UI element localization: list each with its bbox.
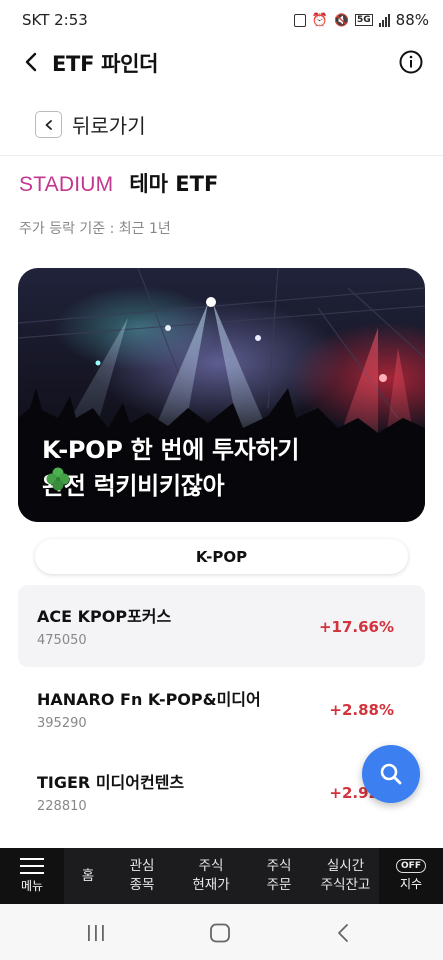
tab-home-label: 홈 [81, 867, 95, 884]
tab-menu[interactable]: 메뉴 [0, 848, 64, 904]
system-back-icon[interactable] [336, 923, 350, 943]
tab-menu-label: 메뉴 [20, 878, 44, 893]
theme-title: 테마 ETF [129, 172, 219, 196]
chevron-left-icon[interactable] [35, 111, 62, 138]
price-basis-note: 주가 등락 기준 : 최근 1년 [19, 221, 171, 237]
etf-code: 228810 [37, 799, 87, 814]
tab-watchlist[interactable]: 관심 종목 [112, 848, 172, 904]
etf-name: HANARO Fn K-POP&미디어 [37, 690, 261, 709]
back-arrow-icon[interactable] [20, 50, 44, 74]
etf-code: 395290 [37, 716, 87, 731]
tab-stock-order-line1: 주식 [266, 858, 292, 874]
recent-apps-icon[interactable] [86, 924, 106, 942]
tab-stock-order-line2: 주문 [266, 877, 292, 893]
page-title: ETF 파인더 [52, 52, 159, 76]
back-link[interactable]: 뒤로가기 [35, 110, 146, 139]
etf-change: +17.66% [318, 618, 394, 636]
etf-name: TIGER 미디어컨텐츠 [37, 773, 185, 792]
etf-code: 475050 [37, 633, 87, 648]
tab-realtime-balance[interactable]: 실시간 주식잔고 [312, 848, 379, 904]
tab-stock-price-line2: 현재가 [192, 877, 230, 893]
off-toggle-badge[interactable]: OFF [396, 858, 426, 873]
tab-stock-order[interactable]: 주식 주문 [250, 848, 308, 904]
tab-index[interactable]: OFF 지수 [379, 848, 443, 904]
theme-banner[interactable]: K-POP 한 번에 투자하기 완전 럭키비키잖아 [18, 268, 425, 522]
status-bar: SKT 2:53 ⏰ 🔇 5G 88% [0, 0, 443, 40]
banner-headline: K-POP 한 번에 투자하기 [42, 436, 300, 464]
system-nav-bar [0, 904, 443, 960]
alarm-icon: ⏰ [311, 12, 329, 28]
info-icon[interactable] [399, 50, 423, 74]
app-header: ETF 파인더 [0, 40, 443, 86]
category-chip-kpop[interactable]: K-POP [35, 539, 408, 574]
hamburger-icon [20, 857, 44, 874]
status-icons: ⏰ 🔇 5G 88% [293, 11, 429, 29]
tab-home[interactable]: 홈 [64, 848, 112, 904]
search-button[interactable] [362, 745, 420, 803]
tab-realtime-line2: 주식잔고 [320, 877, 371, 893]
tab-watchlist-line2: 종목 [129, 877, 155, 893]
banner-subline: 완전 럭키비키잖아 [42, 466, 225, 501]
etf-change: +2.88% [329, 701, 394, 719]
tab-realtime-line1: 실시간 [326, 858, 365, 874]
brand-label: STADIUM [19, 173, 114, 196]
etf-name: ACE KPOP포커스 [37, 607, 172, 626]
network-5g-icon: 5G [355, 14, 373, 26]
battery-level: 88% [395, 11, 429, 29]
clover-icon [46, 467, 70, 491]
status-time: SKT 2:53 [22, 11, 88, 29]
battery-saver-icon [293, 13, 306, 27]
tab-index-label: 지수 [399, 876, 423, 891]
bottom-tab-bar: 메뉴 홈 관심 종목 주식 현재가 주식 주문 실시간 주식잔고 OFF 지수 [0, 848, 443, 904]
etf-row[interactable]: HANARO Fn K-POP&미디어 395290 +2.88% [18, 668, 425, 750]
theme-heading: STADIUM 테마 ETF [19, 168, 218, 198]
back-link-label[interactable]: 뒤로가기 [72, 110, 146, 139]
tab-stock-price[interactable]: 주식 현재가 [176, 848, 246, 904]
mute-icon: 🔇 [334, 13, 349, 27]
home-icon[interactable] [209, 923, 231, 943]
search-icon [380, 763, 402, 785]
signal-icon [378, 13, 390, 27]
etf-row[interactable]: ACE KPOP포커스 475050 +17.66% [18, 585, 425, 667]
divider [0, 155, 443, 156]
tab-watchlist-line1: 관심 [129, 858, 155, 874]
tab-stock-price-line1: 주식 [198, 858, 224, 874]
